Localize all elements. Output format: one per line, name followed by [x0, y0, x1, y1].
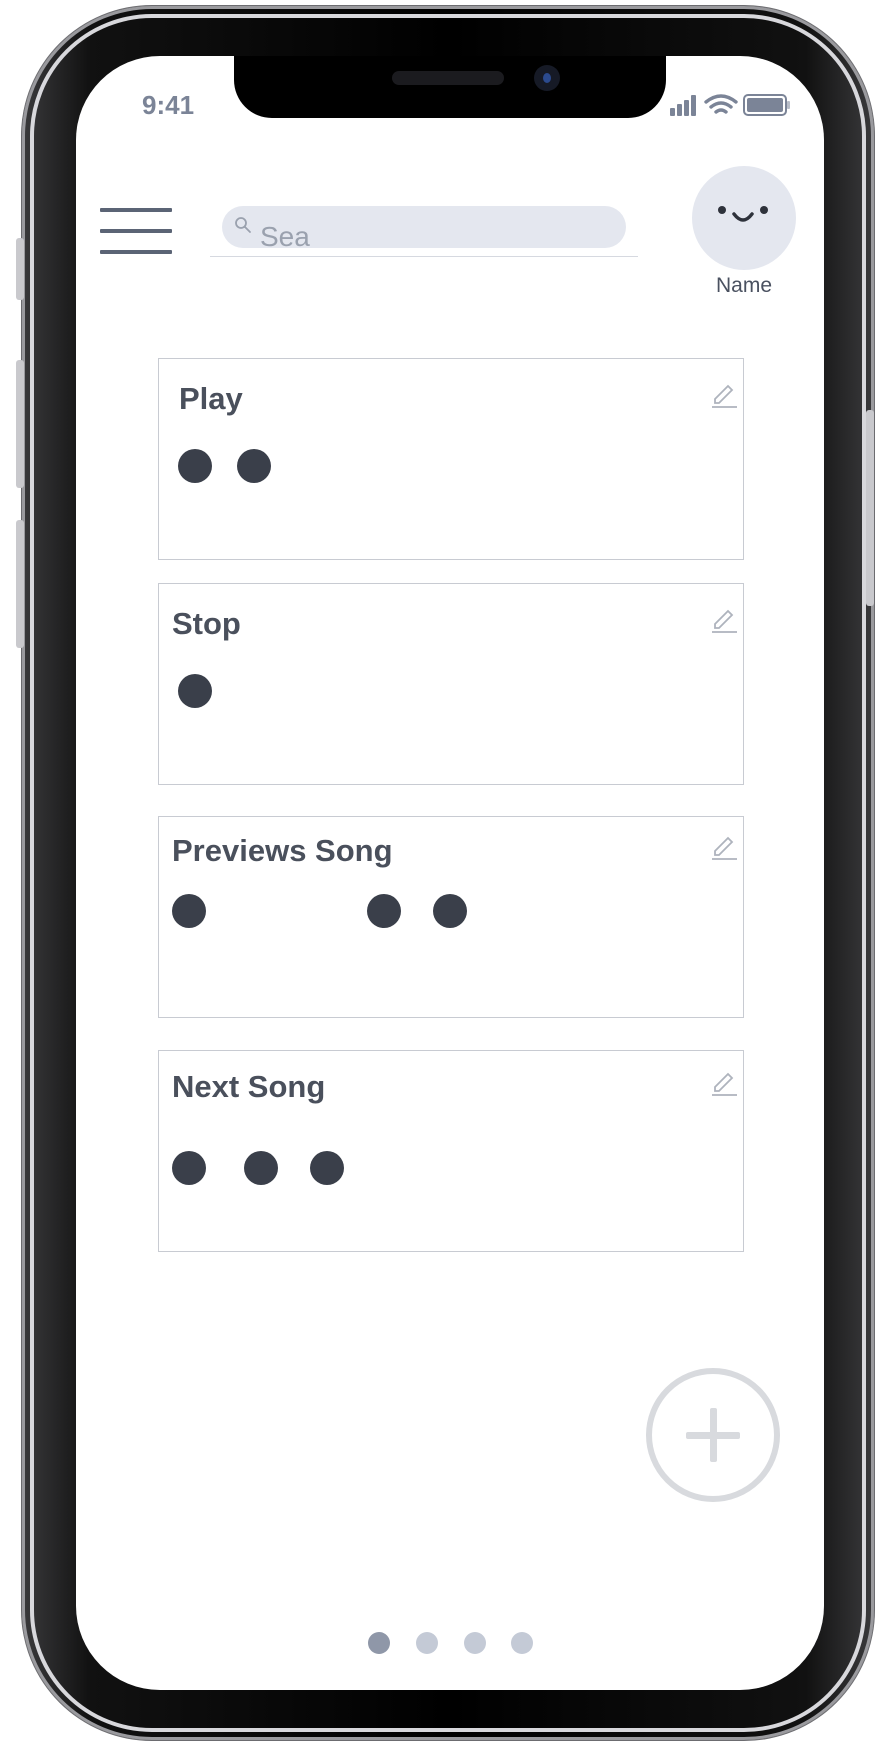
notch — [234, 56, 666, 118]
mute-switch — [16, 238, 24, 300]
search-icon — [235, 217, 251, 233]
pattern-dot — [178, 449, 212, 483]
volume-up-button — [16, 360, 24, 488]
speaker-grille — [392, 71, 504, 85]
card-title: Stop — [172, 606, 241, 641]
page-indicator-dot-3[interactable] — [464, 1632, 486, 1654]
search-underline — [210, 256, 638, 257]
page-indicator-dot-1[interactable] — [368, 1632, 390, 1654]
pattern-dot — [244, 1151, 278, 1185]
card-title: Previews Song — [172, 833, 393, 868]
shortcut-card-next-song[interactable]: Next Song — [158, 1050, 744, 1252]
pattern-dot — [172, 1151, 206, 1185]
edit-pencil-icon[interactable] — [709, 831, 739, 861]
pattern-dot — [237, 449, 271, 483]
phone-screen: 9:41 Sea Name Play Stop Previews Song Ne… — [76, 56, 824, 1690]
pattern-dot — [172, 894, 206, 928]
search-input[interactable]: Sea — [222, 206, 626, 248]
search-placeholder: Sea — [260, 221, 310, 248]
cellular-signal-icon — [670, 95, 696, 116]
edit-pencil-icon[interactable] — [709, 379, 739, 409]
menu-button[interactable] — [100, 206, 172, 258]
pattern-dot — [433, 894, 467, 928]
edit-pencil-icon[interactable] — [709, 604, 739, 634]
smiley-face-icon — [718, 206, 768, 222]
card-title: Next Song — [172, 1069, 326, 1104]
pattern-dot — [367, 894, 401, 928]
avatar-name-label: Name — [715, 274, 773, 297]
battery-icon — [743, 94, 790, 116]
front-camera — [534, 65, 560, 91]
menu-line-bottom — [100, 250, 172, 254]
wifi-icon — [704, 94, 738, 114]
pattern-dot — [178, 674, 212, 708]
status-icons — [670, 94, 790, 116]
power-button — [866, 410, 874, 606]
menu-line-middle — [100, 229, 172, 233]
shortcut-card-play[interactable]: Play — [158, 358, 744, 560]
pattern-dot — [310, 1151, 344, 1185]
avatar[interactable] — [692, 166, 796, 270]
status-time: 9:41 — [142, 90, 195, 120]
menu-line-top — [100, 208, 172, 212]
page-indicator-dot-2[interactable] — [416, 1632, 438, 1654]
volume-down-button — [16, 520, 24, 648]
edit-pencil-icon[interactable] — [709, 1067, 739, 1097]
page-indicator-dot-4[interactable] — [511, 1632, 533, 1654]
card-title: Play — [179, 381, 243, 416]
add-shortcut-button[interactable] — [646, 1368, 780, 1502]
shortcut-card-stop[interactable]: Stop — [158, 583, 744, 785]
shortcut-card-previews-song[interactable]: Previews Song — [158, 816, 744, 1018]
